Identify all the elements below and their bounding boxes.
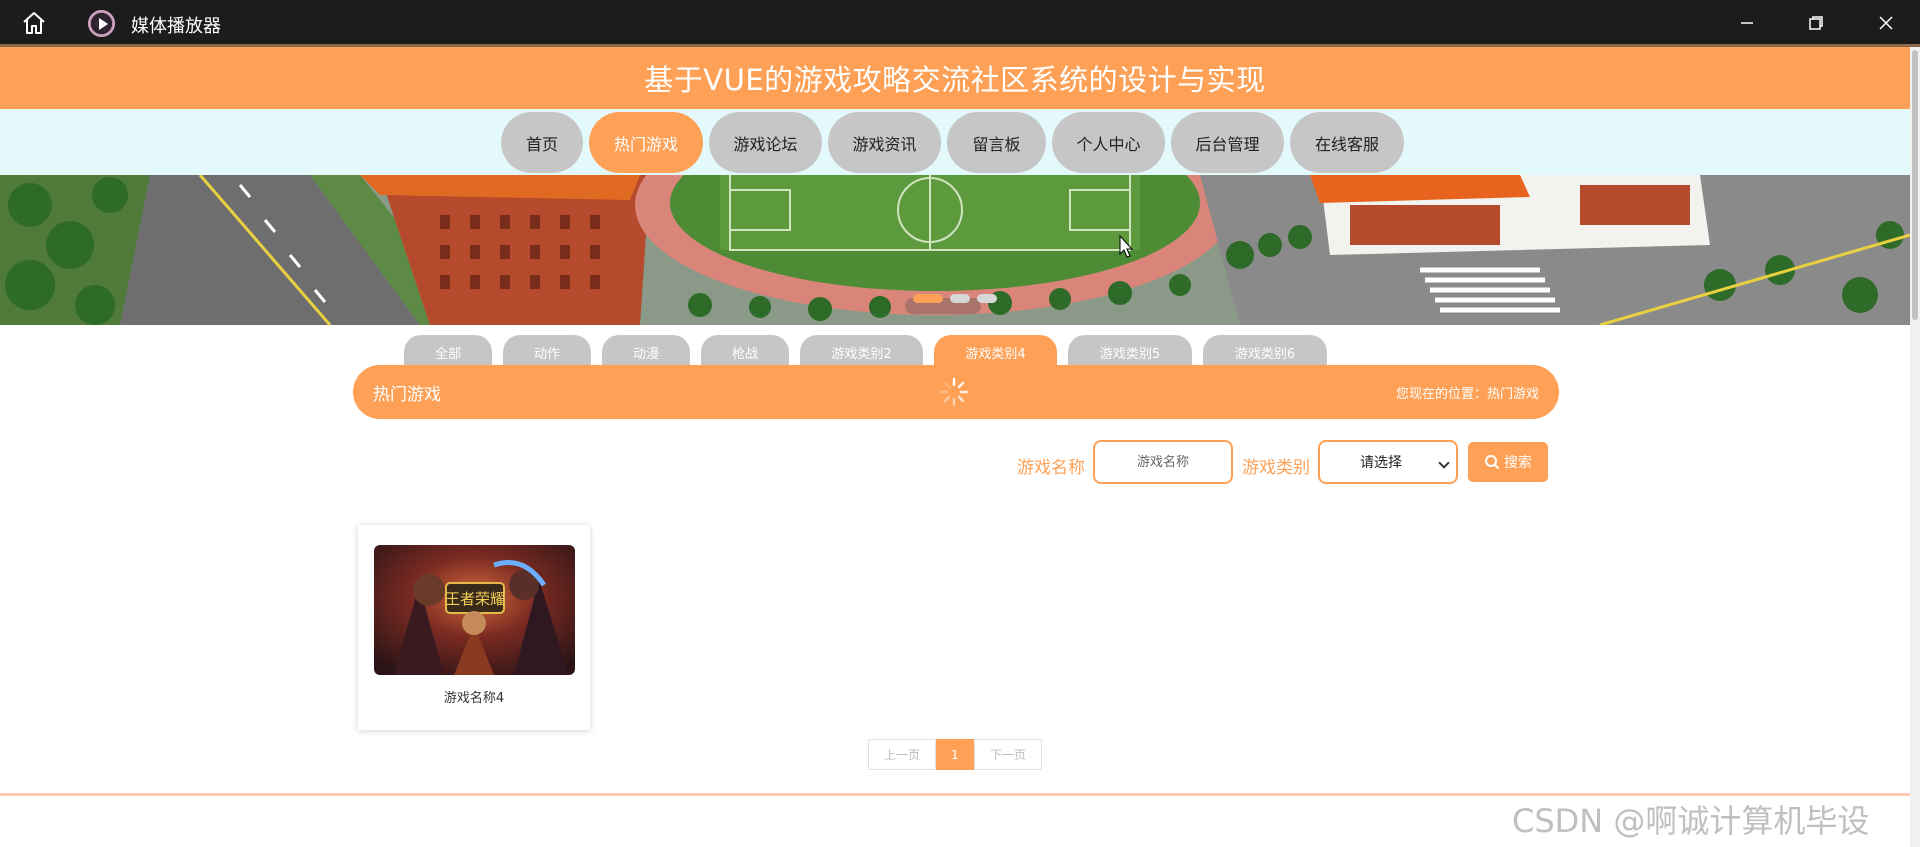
page-number-1[interactable]: 1 bbox=[936, 739, 974, 770]
category-tab-type2[interactable]: 游戏类别2 bbox=[800, 335, 923, 369]
search-button[interactable]: 搜索 bbox=[1468, 442, 1548, 482]
nav-item-hot-games[interactable]: 热门游戏 bbox=[589, 112, 703, 173]
main-nav: 首页 热门游戏 游戏论坛 游戏资讯 留言板 个人中心 后台管理 在线客服 bbox=[501, 112, 1404, 173]
site-title: 基于VUE的游戏攻略交流社区系统的设计与实现 bbox=[644, 63, 1266, 97]
category-tab-action[interactable]: 动作 bbox=[503, 335, 591, 369]
section-title: 热门游戏 bbox=[373, 385, 441, 405]
csdn-watermark: CSDN @啊诚计算机毕设 bbox=[1512, 802, 1870, 840]
category-tab-anime[interactable]: 动漫 bbox=[602, 335, 690, 369]
minimize-icon bbox=[1741, 22, 1753, 24]
nav-item-profile[interactable]: 个人中心 bbox=[1052, 112, 1165, 173]
game-thumbnail-image: 王者荣耀 bbox=[374, 545, 575, 675]
nav-item-message-board[interactable]: 留言板 bbox=[947, 112, 1046, 173]
home-icon[interactable] bbox=[20, 11, 48, 35]
media-player-icon bbox=[88, 10, 115, 37]
pagination: 上一页 1 下一页 bbox=[868, 739, 1042, 770]
game-thumbnail-logo-text: 王者荣耀 bbox=[445, 590, 505, 608]
category-tabs: 全部 动作 动漫 枪战 游戏类别2 游戏类别4 游戏类别5 游戏类别6 bbox=[404, 335, 1327, 369]
game-name-input[interactable] bbox=[1093, 440, 1233, 484]
carousel-dot-1[interactable] bbox=[913, 294, 943, 303]
nav-item-forum[interactable]: 游戏论坛 bbox=[709, 112, 822, 173]
next-page-button[interactable]: 下一页 bbox=[974, 739, 1042, 770]
category-tab-shooter[interactable]: 枪战 bbox=[701, 335, 789, 369]
minimize-button[interactable] bbox=[1727, 8, 1767, 38]
game-category-selected: 请选择 bbox=[1360, 455, 1402, 471]
carousel-dot-3[interactable] bbox=[977, 294, 997, 303]
page-scrollbar-thumb[interactable] bbox=[1912, 50, 1918, 320]
search-icon bbox=[1485, 455, 1500, 470]
game-name-label: 游戏名称 bbox=[1017, 458, 1085, 478]
category-tab-type4[interactable]: 游戏类别4 bbox=[934, 335, 1057, 369]
prev-page-button[interactable]: 上一页 bbox=[868, 739, 936, 770]
window-titlebar: 媒体播放器 bbox=[0, 0, 1920, 46]
carousel-dot-2[interactable] bbox=[950, 294, 970, 303]
game-card[interactable]: 王者荣耀 游戏名称4 bbox=[358, 525, 590, 730]
nav-item-admin[interactable]: 后台管理 bbox=[1171, 112, 1284, 173]
banner-carousel[interactable] bbox=[0, 175, 1910, 325]
chevron-down-icon bbox=[1438, 457, 1450, 469]
category-tab-type6[interactable]: 游戏类别6 bbox=[1203, 335, 1327, 369]
nav-item-home[interactable]: 首页 bbox=[501, 112, 583, 173]
restore-icon bbox=[1809, 16, 1823, 30]
category-tab-all[interactable]: 全部 bbox=[404, 335, 492, 369]
nav-item-customer-service[interactable]: 在线客服 bbox=[1290, 112, 1404, 173]
close-icon bbox=[1879, 16, 1893, 30]
game-name: 游戏名称4 bbox=[443, 691, 505, 706]
section-header-bar: 热门游戏 您现在的位置：热门游戏 bbox=[353, 365, 1559, 419]
category-tab-type5[interactable]: 游戏类别5 bbox=[1068, 335, 1192, 369]
loading-spinner-icon bbox=[939, 377, 969, 407]
site-header: 基于VUE的游戏攻略交流社区系统的设计与实现 bbox=[0, 47, 1910, 109]
search-button-label: 搜索 bbox=[1504, 455, 1532, 471]
game-category-select[interactable]: 请选择 bbox=[1318, 440, 1458, 484]
game-thumbnail: 王者荣耀 bbox=[374, 545, 575, 675]
breadcrumb: 您现在的位置：热门游戏 bbox=[1395, 387, 1539, 402]
close-button[interactable] bbox=[1866, 8, 1906, 38]
game-category-label: 游戏类别 bbox=[1242, 458, 1310, 478]
nav-item-news[interactable]: 游戏资讯 bbox=[828, 112, 941, 173]
window-title: 媒体播放器 bbox=[131, 16, 221, 37]
restore-button[interactable] bbox=[1796, 8, 1836, 38]
